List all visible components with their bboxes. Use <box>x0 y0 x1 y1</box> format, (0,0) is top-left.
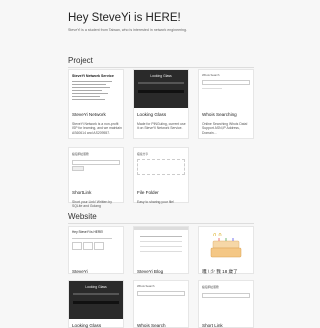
project-name[interactable]: File Folder <box>137 190 159 195</box>
website-thumbnail: Whois Search <box>134 281 188 319</box>
thumbnail-line <box>72 93 108 94</box>
project-card-steveyi-network[interactable]: SteveYi Network Service SteveYi Network … <box>68 69 124 139</box>
thumbnail-line <box>72 238 112 239</box>
thumbnail-line <box>140 241 182 242</box>
project-name[interactable]: Looking Glass <box>137 112 166 117</box>
thumbnail-line <box>72 90 102 91</box>
project-thumbnail: Whois Search <box>199 70 253 108</box>
thumbnail-bar <box>73 293 119 295</box>
thumbnail-title: Looking Glass <box>85 285 107 289</box>
thumbnail-title: 檔案分享 <box>137 152 149 156</box>
website-divider <box>68 223 254 224</box>
thumbnail-box <box>94 242 104 250</box>
thumbnail-line <box>72 96 100 97</box>
project-thumbnail: Looking Glass <box>134 70 188 108</box>
project-name[interactable]: Whois Searching <box>202 112 237 117</box>
website-card-steveyi-blog[interactable]: SteveYi Blog <box>133 226 189 274</box>
project-thumbnail: 縮短網址服務 <box>69 148 123 186</box>
thumbnail-bar <box>138 82 184 84</box>
website-name[interactable]: SteveYi Blog <box>137 269 163 274</box>
website-name[interactable]: SteveYi <box>72 269 88 274</box>
thumbnail-title: Whois Search <box>202 73 220 77</box>
website-card-whois-search[interactable]: Whois Search Whois Search <box>133 280 189 328</box>
project-thumbnail: 檔案分享 <box>134 148 188 186</box>
thumbnail-bar <box>138 90 184 93</box>
project-card-shortlink[interactable]: 縮短網址服務 ShortLink Short your Link! Writte… <box>68 147 124 208</box>
thumbnail-line <box>72 99 105 100</box>
project-heading: Project <box>68 56 93 65</box>
project-divider <box>68 67 254 68</box>
thumbnail-input <box>202 293 250 298</box>
birthday-cake-icon: ∩ ∩ <box>210 232 242 258</box>
project-name[interactable]: ShortLink <box>72 190 91 195</box>
website-card-birthday[interactable]: ∩ ∩ 嘎 \ 少 我 18 歲了 <box>198 226 254 274</box>
website-thumbnail: 縮短網址服務 <box>199 281 253 319</box>
thumbnail-title: Looking Glass <box>150 74 172 78</box>
website-name[interactable]: Whois Search <box>137 323 166 328</box>
website-name[interactable]: 嘎 \ 少 我 18 歲了 <box>202 269 238 275</box>
website-name[interactable]: Short Link <box>202 323 223 328</box>
thumbnail-input <box>72 160 120 165</box>
thumbnail-input <box>202 80 250 85</box>
thumbnail-navbar <box>134 227 188 230</box>
project-thumbnail: SteveYi Network Service <box>69 70 123 108</box>
thumbnail-box <box>83 242 93 250</box>
website-card-short-link[interactable]: 縮短網址服務 Short Link <box>198 280 254 328</box>
thumbnail-line <box>72 81 112 82</box>
website-card-steveyi[interactable]: Hey SteveYi is HERE! SteveYi <box>68 226 124 274</box>
project-description: Online Searching Whois Data! Support ASN… <box>202 122 248 135</box>
thumbnail-input <box>137 291 185 296</box>
project-description: Short your Link! Written by SQLite and G… <box>72 200 112 209</box>
website-thumbnail: Looking Glass <box>69 281 123 319</box>
project-card-looking-glass[interactable]: Looking Glass Looking Glass Made for PIN… <box>133 69 189 139</box>
website-name[interactable]: Looking Glass <box>72 323 101 328</box>
thumbnail-bar <box>73 301 119 304</box>
svg-text:∩ ∩: ∩ ∩ <box>213 232 222 238</box>
thumbnail-title: SteveYi Network Service <box>72 74 114 78</box>
website-thumbnail: ∩ ∩ <box>199 227 253 265</box>
website-card-looking-glass[interactable]: Looking Glass Looking Glass <box>68 280 124 328</box>
thumbnail-title: Hey SteveYi is HERE! <box>72 230 104 234</box>
thumbnail-line <box>72 87 110 88</box>
website-heading: Website <box>68 212 97 221</box>
thumbnail-box <box>72 242 82 250</box>
thumbnail-button <box>72 166 84 171</box>
project-description: Made for PINGuiing, current use it on St… <box>137 122 186 131</box>
website-thumbnail: Hey SteveYi is HERE! <box>69 227 123 265</box>
thumbnail-title: 縮短網址服務 <box>72 152 89 156</box>
thumbnail-line <box>140 251 182 252</box>
project-description: SteveYi Network is a non-profit ISP for … <box>72 122 122 135</box>
project-card-whois-searching[interactable]: Whois Search Whois Searching Online Sear… <box>198 69 254 139</box>
project-name[interactable]: SteveYi Network <box>72 112 106 117</box>
thumbnail-line <box>202 88 222 89</box>
thumbnail-line <box>140 246 182 247</box>
thumbnail-dropzone <box>137 159 185 175</box>
page-subtitle: SteveYi is a student from Taiwan, who is… <box>68 28 188 32</box>
thumbnail-title: 縮短網址服務 <box>202 285 219 289</box>
thumbnail-title: Whois Search <box>137 284 155 288</box>
project-description: Easy to sharing your file! <box>137 200 175 204</box>
project-card-file-folder[interactable]: 檔案分享 File Folder Easy to sharing your fi… <box>133 147 189 204</box>
page-title: Hey SteveYi is HERE! <box>68 12 181 24</box>
website-thumbnail <box>134 227 188 265</box>
thumbnail-line <box>72 84 106 85</box>
thumbnail-line <box>140 236 182 237</box>
